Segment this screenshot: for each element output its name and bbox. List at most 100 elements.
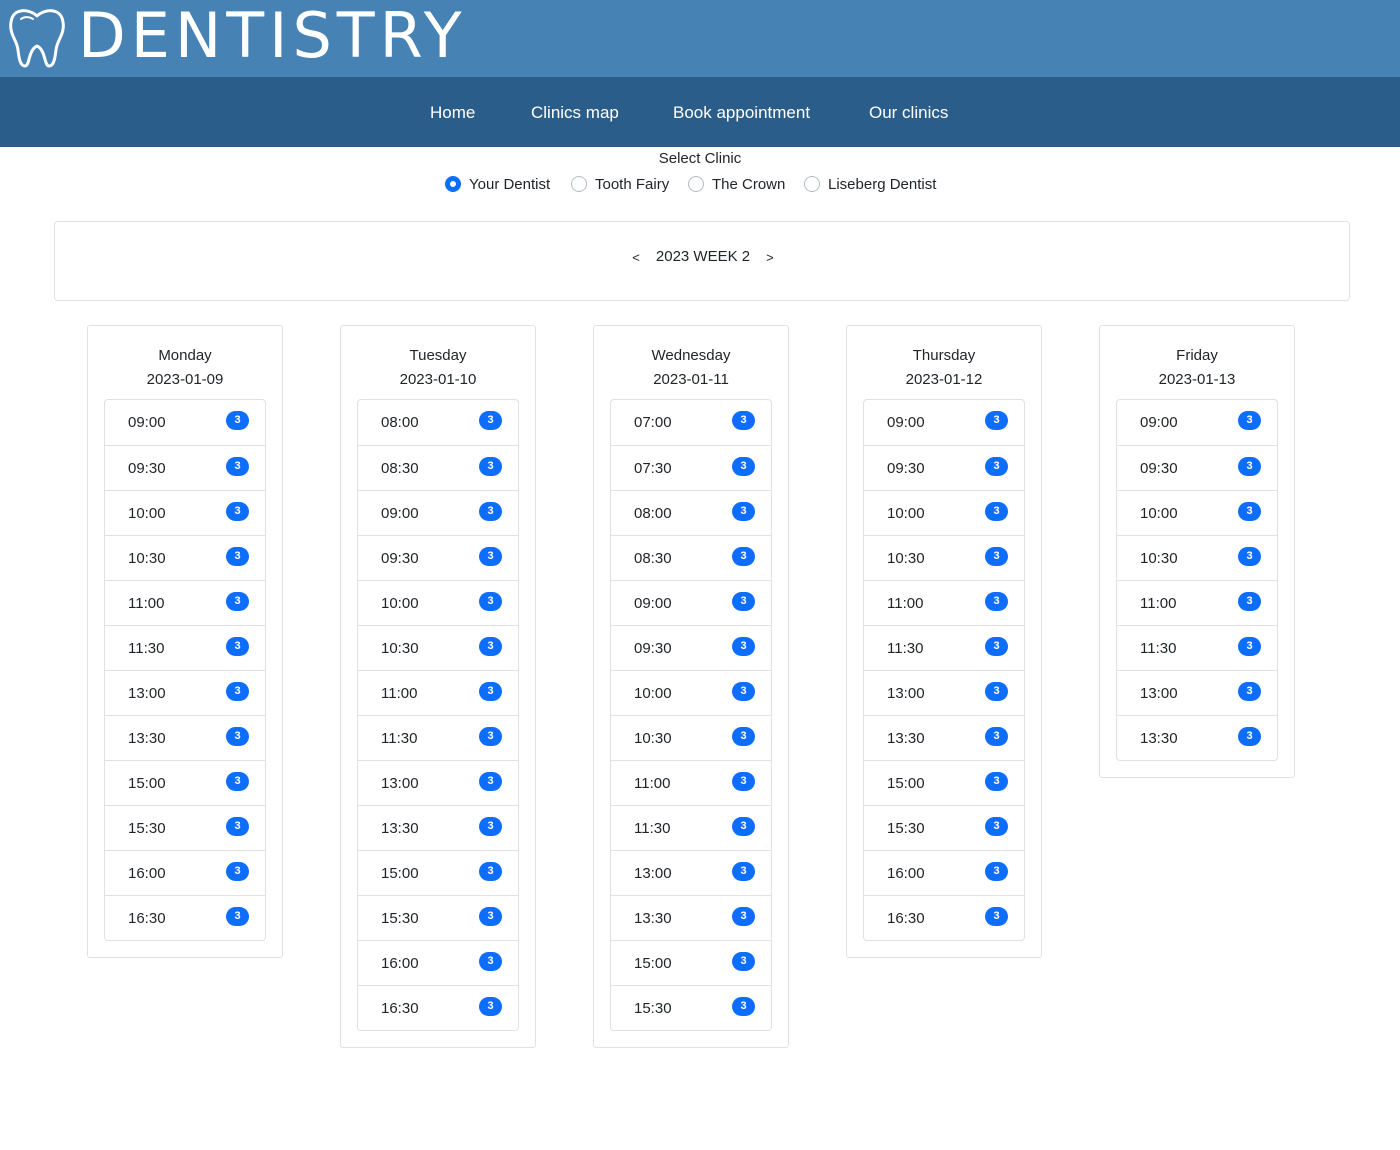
- time-slot-list: 09:00 3 09:30 3 10:00 3 10:30 3 11:00 3 11:30 3 13:0…: [1116, 399, 1278, 761]
- time-slot[interactable]: 09:00 3: [864, 400, 1024, 445]
- time-slot[interactable]: 10:00 3: [105, 490, 265, 535]
- time-slot[interactable]: 13:00 3: [105, 670, 265, 715]
- clinic-option-liseberg-dentist[interactable]: Liseberg Dentist: [804, 173, 936, 195]
- time-slot[interactable]: 16:00 3: [105, 850, 265, 895]
- time-slot-time: 09:00: [128, 414, 166, 431]
- tooth-icon[interactable]: [8, 6, 66, 68]
- time-slot[interactable]: 09:00 3: [611, 580, 771, 625]
- next-week-button[interactable]: >: [756, 247, 784, 265]
- time-slot[interactable]: 09:00 3: [358, 490, 518, 535]
- time-slot[interactable]: 09:30 3: [105, 445, 265, 490]
- time-slot-list: 09:00 3 09:30 3 10:00 3 10:30 3 11:00 3 11:30 3 13:0…: [863, 399, 1025, 941]
- time-slot-time: 11:00: [887, 595, 924, 612]
- time-slot-time: 16:00: [887, 865, 925, 882]
- time-slot[interactable]: 13:30 3: [358, 805, 518, 850]
- time-slot[interactable]: 09:30 3: [864, 445, 1024, 490]
- radio-button[interactable]: [445, 176, 461, 192]
- available-count-badge: 3: [226, 411, 249, 430]
- time-slot[interactable]: 16:30 3: [358, 985, 518, 1030]
- time-slot-time: 09:30: [634, 640, 672, 657]
- brand-title[interactable]: DENTISTRY: [78, 0, 467, 74]
- time-slot[interactable]: 10:00 3: [864, 490, 1024, 535]
- time-slot[interactable]: 15:00 3: [105, 760, 265, 805]
- time-slot[interactable]: 16:30 3: [105, 895, 265, 940]
- nav-book-appointment-link[interactable]: Book appointment: [673, 77, 810, 147]
- time-slot[interactable]: 08:00 3: [358, 400, 518, 445]
- time-slot-time: 15:30: [887, 820, 925, 837]
- time-slot-time: 07:30: [634, 460, 672, 477]
- nav-home-link[interactable]: Home: [430, 77, 475, 147]
- time-slot-time: 10:30: [1140, 550, 1178, 567]
- time-slot[interactable]: 08:00 3: [611, 490, 771, 535]
- time-slot[interactable]: 16:00 3: [864, 850, 1024, 895]
- available-count-badge: 3: [226, 907, 249, 926]
- day-header: Wednesday 2023-01-11: [594, 326, 788, 399]
- day-date: 2023-01-10: [399, 371, 477, 388]
- time-slot[interactable]: 15:30 3: [105, 805, 265, 850]
- time-slot-time: 10:00: [1140, 505, 1178, 522]
- clinic-option-your-dentist[interactable]: Your Dentist: [445, 173, 550, 195]
- time-slot[interactable]: 10:30 3: [358, 625, 518, 670]
- time-slot[interactable]: 10:30 3: [1117, 535, 1277, 580]
- time-slot-list: 09:00 3 09:30 3 10:00 3 10:30 3 11:00 3 11:30 3 13:0…: [104, 399, 266, 941]
- time-slot[interactable]: 15:00 3: [358, 850, 518, 895]
- time-slot[interactable]: 15:00 3: [864, 760, 1024, 805]
- time-slot[interactable]: 13:00 3: [611, 850, 771, 895]
- time-slot[interactable]: 13:30 3: [611, 895, 771, 940]
- clinic-option-label: Tooth Fairy: [595, 175, 670, 193]
- time-slot[interactable]: 09:30 3: [358, 535, 518, 580]
- time-slot[interactable]: 11:30 3: [1117, 625, 1277, 670]
- time-slot[interactable]: 09:30 3: [1117, 445, 1277, 490]
- time-slot[interactable]: 10:00 3: [611, 670, 771, 715]
- time-slot-time: 15:30: [381, 910, 419, 927]
- time-slot[interactable]: 11:30 3: [358, 715, 518, 760]
- nav-clinics-map-link[interactable]: Clinics map: [531, 77, 619, 147]
- time-slot-time: 15:00: [634, 955, 672, 972]
- clinic-option-the-crown[interactable]: The Crown: [688, 173, 785, 195]
- radio-button[interactable]: [688, 176, 704, 192]
- time-slot[interactable]: 15:30 3: [864, 805, 1024, 850]
- time-slot[interactable]: 15:30 3: [358, 895, 518, 940]
- time-slot[interactable]: 08:30 3: [358, 445, 518, 490]
- time-slot[interactable]: 16:00 3: [358, 940, 518, 985]
- time-slot[interactable]: 07:00 3: [611, 400, 771, 445]
- time-slot[interactable]: 16:30 3: [864, 895, 1024, 940]
- time-slot[interactable]: 10:00 3: [358, 580, 518, 625]
- time-slot[interactable]: 13:30 3: [1117, 715, 1277, 760]
- time-slot[interactable]: 10:00 3: [1117, 490, 1277, 535]
- time-slot[interactable]: 11:00 3: [611, 760, 771, 805]
- nav-our-clinics-link[interactable]: Our clinics: [869, 77, 948, 147]
- time-slot[interactable]: 07:30 3: [611, 445, 771, 490]
- time-slot[interactable]: 10:30 3: [864, 535, 1024, 580]
- available-count-badge: 3: [732, 682, 755, 701]
- time-slot[interactable]: 15:30 3: [611, 985, 771, 1030]
- time-slot[interactable]: 13:00 3: [358, 760, 518, 805]
- time-slot[interactable]: 09:00 3: [105, 400, 265, 445]
- time-slot[interactable]: 11:00 3: [358, 670, 518, 715]
- time-slot-time: 07:00: [634, 414, 672, 431]
- time-slot[interactable]: 13:30 3: [105, 715, 265, 760]
- time-slot[interactable]: 11:30 3: [611, 805, 771, 850]
- time-slot-time: 16:00: [381, 955, 419, 972]
- time-slot[interactable]: 13:30 3: [864, 715, 1024, 760]
- previous-week-button[interactable]: <: [622, 247, 650, 265]
- time-slot-time: 10:00: [887, 505, 925, 522]
- time-slot[interactable]: 10:30 3: [611, 715, 771, 760]
- time-slot[interactable]: 15:00 3: [611, 940, 771, 985]
- time-slot[interactable]: 10:30 3: [105, 535, 265, 580]
- time-slot-time: 11:30: [887, 640, 924, 657]
- clinic-option-tooth-fairy[interactable]: Tooth Fairy: [571, 173, 669, 195]
- time-slot[interactable]: 13:00 3: [1117, 670, 1277, 715]
- radio-button[interactable]: [804, 176, 820, 192]
- time-slot[interactable]: 11:00 3: [105, 580, 265, 625]
- radio-button[interactable]: [571, 176, 587, 192]
- time-slot[interactable]: 11:30 3: [864, 625, 1024, 670]
- time-slot[interactable]: 09:30 3: [611, 625, 771, 670]
- time-slot[interactable]: 11:30 3: [105, 625, 265, 670]
- time-slot[interactable]: 11:00 3: [1117, 580, 1277, 625]
- time-slot[interactable]: 08:30 3: [611, 535, 771, 580]
- time-slot[interactable]: 13:00 3: [864, 670, 1024, 715]
- time-slot[interactable]: 11:00 3: [864, 580, 1024, 625]
- time-slot[interactable]: 09:00 3: [1117, 400, 1277, 445]
- available-count-badge: 3: [226, 817, 249, 836]
